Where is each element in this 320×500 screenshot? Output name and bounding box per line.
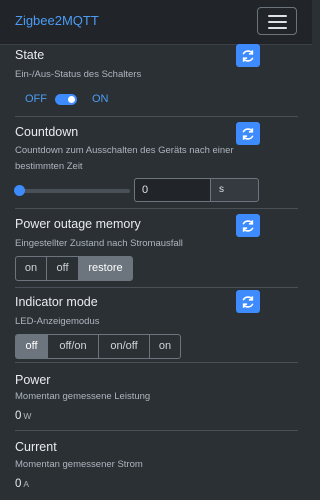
power-title: Power	[15, 373, 51, 387]
brand-link[interactable]: Zigbee2MQTT	[15, 13, 99, 28]
navbar: Zigbee2MQTT	[0, 0, 312, 45]
indicator-section: Indicator mode LED-Anzeigemodus off off/…	[0, 288, 312, 362]
indicator-option-on-off[interactable]: on/off	[98, 334, 150, 359]
current-unit: A	[23, 479, 30, 489]
power-outage-section: Power outage memory Eingestellter Zustan…	[0, 209, 312, 289]
indicator-option-off-on[interactable]: off/on	[47, 334, 99, 359]
countdown-input[interactable]	[134, 178, 210, 202]
toggle-knob	[68, 96, 75, 103]
power-outage-title: Power outage memory	[15, 217, 141, 231]
indicator-description: LED-Anzeigemodus	[15, 316, 100, 327]
hamburger-menu-icon	[268, 15, 287, 17]
countdown-description-line1: Countdown zum Ausschalten des Geräts nac…	[15, 145, 234, 156]
indicator-option-on[interactable]: on	[149, 334, 181, 359]
state-section: State Ein-/Aus-Status des Schalters OFF …	[0, 44, 312, 119]
state-on-label: ON	[92, 93, 109, 105]
power-outage-option-off[interactable]: off	[46, 256, 79, 281]
countdown-slider-thumb[interactable]	[14, 185, 25, 196]
power-section: Power Momentan gemessene Leistung 0W	[0, 363, 312, 431]
current-number: 0	[15, 478, 22, 490]
power-unit: W	[23, 411, 32, 421]
state-off-label: OFF	[25, 93, 47, 105]
power-outage-description: Eingestellter Zustand nach Stromausfall	[15, 238, 183, 249]
countdown-description-line2: bestimmten Zeit	[15, 161, 83, 172]
current-description: Momentan gemessener Strom	[15, 459, 143, 470]
countdown-title: Countdown	[15, 125, 79, 139]
power-outage-refresh-button[interactable]	[236, 214, 260, 237]
indicator-options: off off/on on/off on	[15, 334, 181, 359]
indicator-option-off[interactable]: off	[15, 334, 48, 359]
power-value: 0W	[15, 410, 31, 422]
state-refresh-button[interactable]	[236, 44, 260, 67]
indicator-title: Indicator mode	[15, 295, 98, 309]
state-title: State	[15, 48, 45, 62]
refresh-icon	[242, 128, 254, 140]
hamburger-menu-button[interactable]	[257, 7, 297, 35]
state-description: Ein-/Aus-Status des Schalters	[15, 69, 142, 80]
indicator-refresh-button[interactable]	[236, 290, 260, 313]
countdown-unit: s	[210, 178, 259, 202]
power-number: 0	[15, 410, 22, 422]
power-description: Momentan gemessene Leistung	[15, 391, 151, 402]
countdown-refresh-button[interactable]	[236, 122, 260, 145]
current-title: Current	[15, 440, 57, 454]
current-value: 0A	[15, 478, 29, 490]
countdown-section: Countdown Countdown zum Ausschalten des …	[0, 117, 312, 207]
refresh-icon	[242, 50, 254, 62]
refresh-icon	[242, 296, 254, 308]
current-section: Current Momentan gemessener Strom 0A	[0, 431, 312, 500]
refresh-icon	[242, 220, 254, 232]
power-outage-options: on off restore	[15, 256, 133, 281]
power-outage-option-on[interactable]: on	[15, 256, 47, 281]
countdown-slider-track[interactable]	[17, 189, 130, 193]
power-outage-option-restore[interactable]: restore	[78, 256, 133, 281]
state-toggle-switch[interactable]	[55, 94, 77, 105]
